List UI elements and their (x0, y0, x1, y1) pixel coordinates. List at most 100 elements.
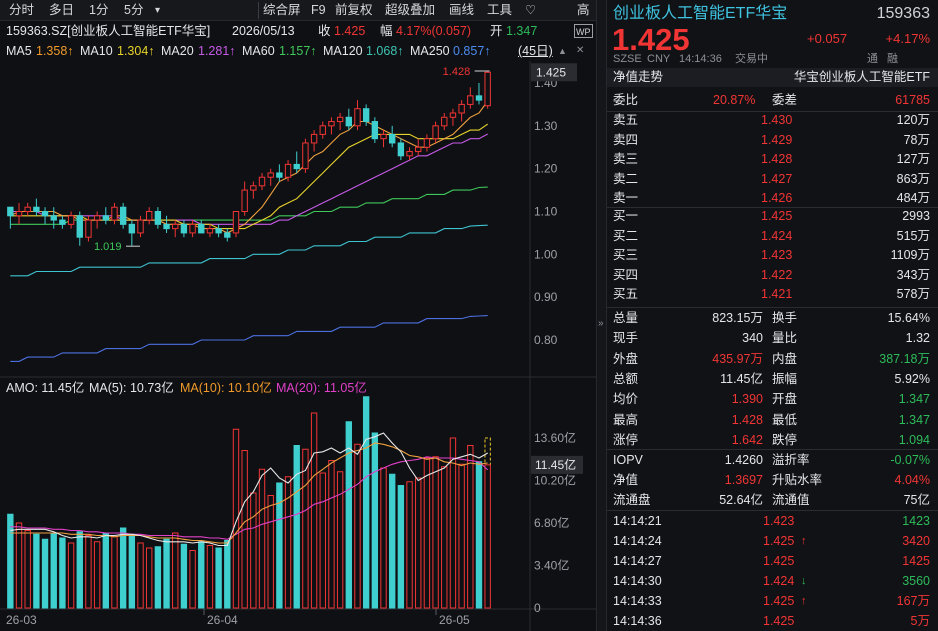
tong-badge: 通 (867, 53, 878, 65)
ma250-label: MA250 (410, 44, 450, 58)
stat-value: 435.97万 (712, 351, 763, 366)
volume-bar (215, 547, 222, 609)
bid-row[interactable]: 买二 1.424 515万 (607, 226, 938, 246)
tools-button[interactable]: 工具 (484, 2, 515, 19)
candle (449, 108, 457, 126)
candle (354, 100, 361, 131)
ma10-value: 1.304↑ (117, 44, 155, 58)
tab-5min[interactable]: 5分 (121, 2, 146, 19)
date-tick-label: 26-03 (6, 613, 37, 627)
candle (41, 207, 49, 225)
ask-row[interactable]: 卖二 1.427 863万 (607, 169, 938, 189)
bid-row[interactable]: 买四 1.422 343万 (607, 265, 938, 285)
expand-icon[interactable]: » (598, 318, 604, 329)
bid-row[interactable]: 买三 1.423 1109万 (607, 245, 938, 265)
tab-intraday[interactable]: 分时 (6, 2, 37, 19)
stat-label: IOPV (613, 453, 643, 467)
chart-toolbar: 分时 多日 1分 5分 ▾ 综合屏 F9 前复权 超级叠加 画线 工具 ♡ 高 (0, 0, 596, 21)
stat-value: 52.64亿 (719, 493, 763, 507)
candle (119, 202, 127, 229)
bar-date: 2026/05/13 (232, 24, 295, 38)
candle (467, 87, 474, 109)
composite-screen-button[interactable]: 综合屏 (258, 2, 304, 19)
ma250-value: 0.857↑ (453, 44, 491, 58)
tick-volume: 1423 (902, 514, 930, 528)
tick-price: 1.425 (763, 534, 795, 548)
stat-label: 总量 (613, 311, 639, 325)
ask-row[interactable]: 卖四 1.429 78万 (607, 130, 938, 150)
ask-label: 卖五 (613, 113, 639, 127)
stat-label: 最高 (613, 412, 639, 427)
volume-tick-label: 3.40亿 (534, 558, 569, 573)
nav-trend-row[interactable]: 净值走势 华宝创业板人工智能ETF (607, 68, 938, 87)
period-dropdown-icon[interactable]: ▾ (152, 2, 163, 19)
bid-price: 1.421 (761, 287, 793, 301)
ask-row[interactable]: 卖五 1.430 120万 (607, 110, 938, 130)
stat-value: 340 (742, 331, 763, 346)
tab-multi-day[interactable]: 多日 (46, 2, 77, 19)
candle (172, 220, 179, 238)
stat-value: 1.3697 (724, 473, 763, 487)
kline-chart[interactable]: 1.4281.019 1.401.301.201.101.000.900.801… (0, 61, 596, 631)
volume-bar (397, 485, 405, 609)
ask-row[interactable]: 卖三 1.428 127万 (607, 149, 938, 169)
forward-adjust-button[interactable]: 前复权 (332, 2, 376, 19)
volume-bar (362, 396, 370, 609)
high-toggle[interactable]: 高 (574, 2, 593, 19)
draw-line-button[interactable]: 画线 (446, 2, 477, 19)
overlay-button[interactable]: 超级叠加 (382, 2, 438, 19)
volume-bar (389, 473, 396, 609)
candle (250, 181, 257, 199)
volume-bar (319, 472, 326, 609)
tab-1min[interactable]: 1分 (86, 2, 111, 19)
close-icon[interactable]: ✕ (576, 41, 584, 61)
ma5-label: MA5 (6, 44, 32, 58)
stat-value: 823.15万 (712, 311, 763, 325)
quote-time: 14:14:36 (679, 53, 722, 65)
volume-bar (406, 481, 413, 609)
stat-label: 换手 (772, 311, 798, 325)
bid-label: 买三 (613, 248, 639, 262)
ask-row[interactable]: 卖一 1.426 484万 (607, 188, 938, 208)
stat-label: 最低 (772, 412, 798, 427)
ask-price: 1.429 (761, 132, 793, 147)
wp-icon[interactable]: WP (574, 24, 593, 38)
bid-row[interactable]: 买一 1.425 2993 (607, 206, 938, 226)
ask-price: 1.428 (761, 152, 793, 166)
config-button[interactable] (548, 2, 554, 19)
candle (206, 224, 214, 238)
price-tick-label: 1.10 (534, 205, 558, 219)
volume-bar (336, 471, 344, 609)
stat-row: 均价 1.390 开盘 1.347 (607, 389, 938, 409)
ask-label: 卖四 (613, 132, 639, 147)
ask-volume: 863万 (896, 171, 930, 186)
volume-bar (458, 463, 465, 609)
volume-bar (119, 527, 127, 609)
stat-value: 1.428 (731, 412, 763, 427)
collapse-up-icon[interactable]: ▲ (558, 41, 567, 61)
stat-label: 开盘 (772, 392, 798, 407)
high-annotation: 1.428 (443, 66, 471, 78)
fund-code: 159363 (876, 5, 930, 22)
ask-volume: 484万 (896, 191, 930, 205)
candle (93, 211, 101, 229)
f9-button[interactable]: F9 (308, 2, 329, 19)
tick-volume: 5万 (910, 614, 930, 628)
favorite-icon[interactable]: ♡ (522, 2, 539, 19)
stat-label: 外盘 (613, 351, 639, 366)
tick-time: 14:14:30 (613, 574, 662, 588)
days-selector[interactable]: (45日) (518, 41, 553, 61)
stat-row: 外盘 435.97万 内盘 387.18万 (607, 349, 938, 369)
candle (484, 71, 491, 109)
amo-ma5: MA(5): 10.73亿 (89, 381, 174, 395)
change-value: 4.17%(0.057) (396, 24, 472, 38)
tick-row: 14:14:27 1.425 1425 (607, 551, 938, 571)
volume-bar (354, 443, 361, 609)
volume-bar (24, 530, 31, 609)
ma10-line (10, 123, 489, 230)
bid-row[interactable]: 买五 1.421 578万 (607, 284, 938, 304)
bid-volume: 2993 (902, 209, 930, 223)
panel-divider: » (596, 0, 607, 631)
order-diff-label: 委差 (772, 93, 798, 107)
tick-row: 14:14:24 1.425 ↑ 3420 (607, 531, 938, 551)
